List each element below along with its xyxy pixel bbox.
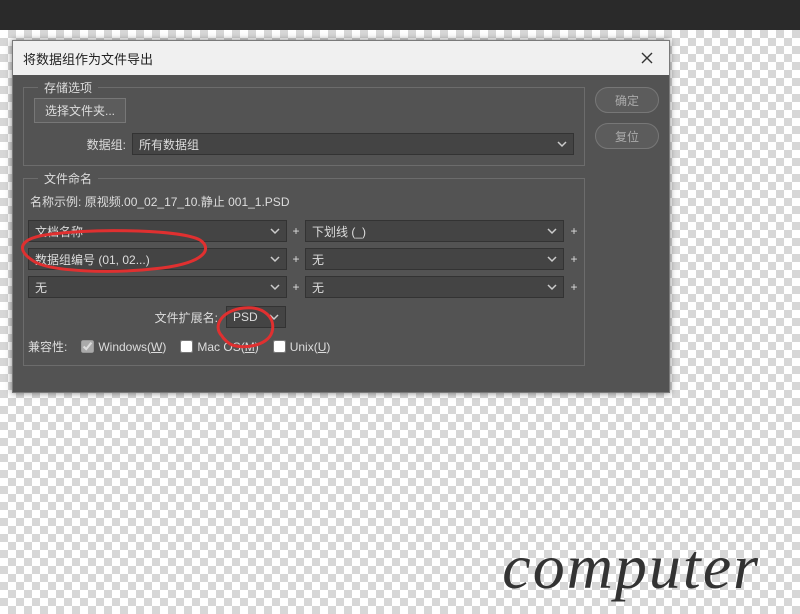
- chevron-down-icon: [268, 224, 282, 238]
- reset-button[interactable]: 复位: [595, 123, 659, 149]
- extension-label: 文件扩展名:: [28, 309, 218, 326]
- choose-folder-button[interactable]: 选择文件夹...: [34, 98, 126, 123]
- chevron-down-icon: [268, 252, 282, 266]
- naming-left-select-1[interactable]: 文档名称: [28, 220, 287, 242]
- storage-legend: 存储选项: [38, 79, 98, 96]
- naming-row: 文档名称 + 下划线 (_) +: [28, 220, 580, 242]
- naming-left-select-3[interactable]: 无: [28, 276, 287, 298]
- compat-label: 兼容性:: [28, 338, 67, 355]
- chevron-down-icon: [545, 280, 559, 294]
- export-datasets-dialog: 将数据组作为文件导出 存储选项 选择文件夹... 数据组: 所有数据组: [12, 40, 670, 393]
- file-naming-group: 文件命名 名称示例: 原视频.00_02_17_10.静止 001_1.PSD …: [23, 178, 585, 366]
- close-button[interactable]: [635, 46, 659, 70]
- compat-windows-checkbox[interactable]: Windows(W): [81, 340, 166, 354]
- plus-separator: +: [291, 280, 301, 294]
- app-topbar: [0, 0, 800, 30]
- plus-separator: +: [568, 280, 580, 294]
- naming-example: 名称示例: 原视频.00_02_17_10.静止 001_1.PSD: [30, 193, 580, 210]
- naming-row: 数据组编号 (01, 02...) + 无 +: [28, 248, 580, 270]
- chevron-down-icon: [555, 137, 569, 151]
- dataset-label: 数据组:: [34, 136, 126, 153]
- naming-right-select-1[interactable]: 下划线 (_): [305, 220, 564, 242]
- chevron-down-icon: [545, 252, 559, 266]
- storage-options-group: 存储选项 选择文件夹... 数据组: 所有数据组: [23, 87, 585, 166]
- extension-select[interactable]: PSD: [226, 306, 286, 328]
- dialog-title: 将数据组作为文件导出: [23, 49, 153, 68]
- naming-legend: 文件命名: [38, 170, 98, 187]
- watermark-text: computer: [502, 530, 760, 604]
- ok-button[interactable]: 确定: [595, 87, 659, 113]
- plus-separator: +: [291, 252, 301, 266]
- compat-unix-checkbox[interactable]: Unix(U): [273, 340, 331, 354]
- dataset-select[interactable]: 所有数据组: [132, 133, 574, 155]
- naming-right-select-2[interactable]: 无: [305, 248, 564, 270]
- compat-mac-checkbox[interactable]: Mac OS(M): [180, 340, 258, 354]
- chevron-down-icon: [545, 224, 559, 238]
- chevron-down-icon: [267, 310, 281, 324]
- naming-right-select-3[interactable]: 无: [305, 276, 564, 298]
- naming-left-select-2[interactable]: 数据组编号 (01, 02...): [28, 248, 287, 270]
- naming-row: 无 + 无 +: [28, 276, 580, 298]
- dialog-titlebar: 将数据组作为文件导出: [13, 41, 669, 75]
- plus-separator: +: [568, 252, 580, 266]
- chevron-down-icon: [268, 280, 282, 294]
- dataset-select-value: 所有数据组: [139, 136, 199, 153]
- plus-separator: +: [568, 224, 580, 238]
- plus-separator: +: [291, 224, 301, 238]
